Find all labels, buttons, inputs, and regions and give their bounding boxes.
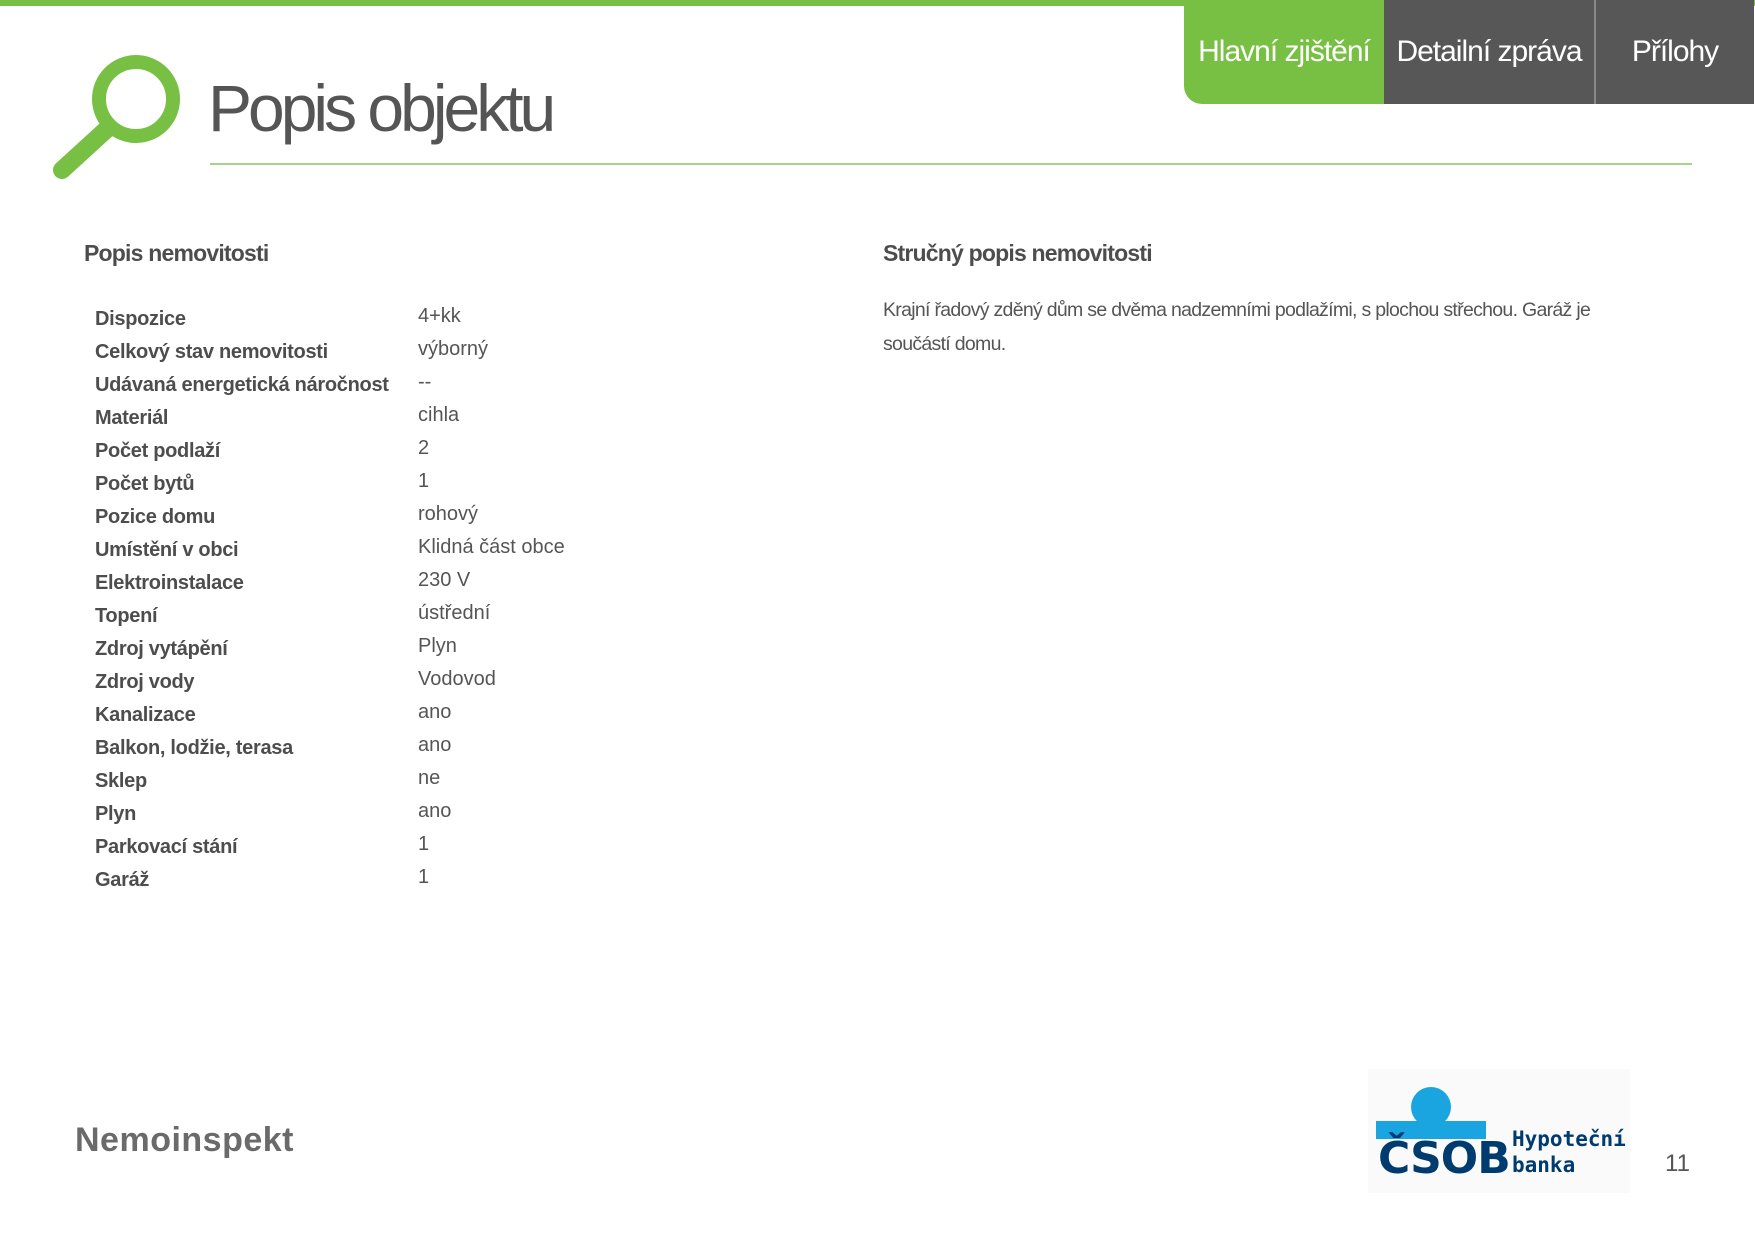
property-value: 1: [418, 833, 430, 855]
property-value: výborný: [418, 338, 489, 360]
property-value: ne: [418, 767, 441, 789]
csob-hypotecni-banka-logo: ČSOB Hypoteční banka: [1368, 1069, 1630, 1193]
property-label: Celkový stav nemovitosti: [95, 341, 328, 363]
property-label: Umístění v obci: [95, 539, 239, 561]
property-label: Topení: [95, 605, 158, 627]
page-title: Popis objektu: [208, 71, 556, 145]
top-tab-nav: Hlavní zjištění Detailní zpráva Přílohy: [1184, 0, 1754, 104]
property-value: 4+kk: [418, 305, 461, 327]
property-value: ano: [418, 701, 452, 723]
property-label: Počet podlaží: [95, 440, 221, 462]
tab-detailni-zprava[interactable]: Detailní zpráva: [1384, 0, 1594, 104]
property-label: Plyn: [95, 803, 137, 825]
property-label: Materiál: [95, 407, 169, 429]
property-label: Dispozice: [95, 308, 186, 330]
property-value: 230 V: [418, 569, 471, 591]
property-value: 1: [418, 866, 430, 888]
property-value: cihla: [418, 404, 460, 426]
property-value: Vodovod: [418, 668, 496, 690]
brief-description-text: Krajní řadový zděný dům se dvěma nadzemn…: [883, 299, 1591, 355]
property-value: --: [418, 371, 432, 393]
property-value: Klidná část obce: [418, 536, 565, 558]
property-label: Počet bytů: [95, 473, 195, 495]
property-label: Zdroj vytápění: [95, 638, 228, 660]
property-value: ústřední: [418, 602, 491, 624]
property-label: Kanalizace: [95, 704, 196, 726]
brief-description-heading: Stručný popis nemovitosti: [883, 240, 1153, 266]
csob-sub-line2: banka: [1512, 1153, 1576, 1177]
page-number: 11: [1665, 1150, 1690, 1177]
nemoinspekt-logo-text: Nemoinspekt: [75, 1121, 294, 1159]
property-label: Zdroj vody: [95, 671, 195, 693]
csob-sub-line1: Hypoteční: [1512, 1127, 1626, 1151]
property-label: Parkovací stání: [95, 836, 238, 858]
property-value: ano: [418, 734, 452, 756]
property-value: 2: [418, 437, 430, 459]
property-value: Plyn: [418, 635, 457, 657]
magnifier-icon: [53, 55, 180, 179]
property-label: Elektroinstalace: [95, 572, 244, 594]
property-label: Pozice domu: [95, 506, 216, 528]
property-value: ano: [418, 800, 452, 822]
property-label: Balkon, lodžie, terasa: [95, 737, 293, 759]
tab-hlavni-zjisteni[interactable]: Hlavní zjištění: [1184, 0, 1384, 104]
title-divider: [210, 163, 1692, 165]
property-value: rohový: [418, 503, 479, 525]
property-label: Garáž: [95, 869, 150, 891]
tab-prilohy[interactable]: Přílohy: [1594, 0, 1754, 104]
csob-wordmark: ČSOB: [1378, 1133, 1511, 1184]
nemoinspekt-logo: Nemoinspekt: [75, 1121, 294, 1160]
property-label: Sklep: [95, 770, 147, 792]
property-description-heading: Popis nemovitosti: [84, 240, 269, 266]
property-value: 1: [418, 470, 430, 492]
property-label: Udávaná energetická náročnost: [95, 374, 389, 396]
